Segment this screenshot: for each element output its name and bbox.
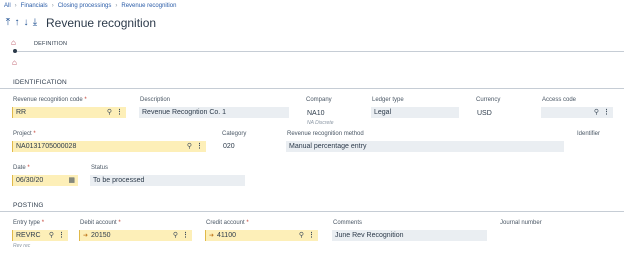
status-label: Status — [91, 165, 109, 171]
project-value: NA0131705000028 — [16, 143, 77, 150]
breadcrumb-all[interactable]: All — [4, 3, 11, 9]
home-icon[interactable]: ⌂ — [11, 38, 16, 47]
entry-type-field[interactable]: REVRC ⚲ ⋮ — [12, 230, 68, 241]
search-icon[interactable]: ⚲ — [107, 108, 112, 116]
search-icon[interactable]: ⚲ — [299, 231, 304, 239]
next-record-icon[interactable]: ↓ — [22, 18, 30, 28]
entry-type-label: Entry type * — [13, 220, 45, 226]
more-icon[interactable]: ⋮ — [196, 142, 203, 150]
previous-record-icon[interactable]: ↑ — [13, 18, 21, 28]
debit-account-label: Debit account * — [80, 220, 121, 226]
more-icon[interactable]: ⋮ — [308, 231, 315, 239]
revenue-code-field[interactable]: RR ⚲ ⋮ — [12, 107, 126, 118]
debit-account-value: 20150 — [91, 232, 111, 239]
link-arrow-icon[interactable]: ➜ — [83, 232, 88, 239]
comments-label: Comments — [333, 220, 363, 226]
chevron-right-icon: › — [14, 3, 17, 9]
search-icon[interactable]: ⚲ — [594, 108, 599, 116]
access-code-field[interactable]: ⚲ ⋮ — [541, 107, 613, 118]
credit-account-label: Credit account * — [206, 220, 249, 226]
search-icon[interactable]: ⚲ — [187, 142, 192, 150]
method-label: Revenue recognition method — [287, 131, 364, 137]
tab-bar: ⌂ DEFINITION — [0, 38, 624, 51]
comments-field[interactable]: June Rev Recognition — [332, 230, 487, 241]
project-field[interactable]: NA0131705000028 ⚲ ⋮ — [12, 141, 206, 152]
date-value: 06/30/20 — [16, 177, 44, 184]
last-record-icon[interactable]: ⤓ — [31, 18, 39, 28]
link-arrow-icon[interactable]: ➜ — [209, 232, 214, 239]
credit-account-field[interactable]: ➜ 41100 ⚲ ⋮ — [205, 230, 318, 241]
category-value: 020 — [223, 143, 235, 150]
tab-definition[interactable]: DEFINITION — [34, 41, 67, 47]
chevron-right-icon: › — [51, 3, 54, 9]
journal-number-label: Journal number — [500, 220, 542, 226]
description-label: Description — [140, 97, 171, 103]
first-record-icon[interactable]: ⤒ — [4, 18, 12, 28]
section-identification: IDENTIFICATION — [0, 77, 624, 89]
revenue-code-value: RR — [16, 109, 27, 116]
ledger-type-field[interactable]: Legal — [371, 107, 459, 118]
company-subtitle: NA Discrete — [307, 120, 334, 126]
revenue-code-label: Revenue recognition code * — [13, 97, 87, 103]
calendar-icon[interactable]: ▦ — [68, 176, 75, 184]
ledger-type-label: Ledger type — [372, 97, 404, 103]
entry-type-subtitle: Rev rec — [13, 243, 31, 249]
search-icon[interactable]: ⚲ — [49, 231, 54, 239]
more-icon[interactable]: ⋮ — [182, 231, 189, 239]
company-value[interactable]: NA10 — [307, 110, 325, 117]
title-row: ⤒ ↑ ↓ ⤓ Revenue recognition — [4, 16, 156, 30]
breadcrumb-closing-processings[interactable]: Closing processings — [58, 3, 112, 9]
debit-account-field[interactable]: ➜ 20150 ⚲ ⋮ — [79, 230, 192, 241]
entry-type-value: REVRC — [16, 232, 41, 239]
tab-indicator — [13, 49, 17, 53]
section-title: POSTING — [13, 202, 44, 209]
home-icon[interactable]: ⌂ — [12, 58, 17, 67]
project-label: Project * — [13, 131, 36, 137]
credit-account-value: 41100 — [217, 232, 236, 239]
tab-divider — [14, 51, 624, 52]
more-icon[interactable]: ⋮ — [58, 231, 65, 239]
more-icon[interactable]: ⋮ — [603, 108, 610, 116]
section-posting: POSTING — [0, 200, 624, 212]
breadcrumb-revenue-recognition[interactable]: Revenue recognition — [121, 3, 176, 9]
identifier-label: Identifier — [577, 131, 601, 137]
search-icon[interactable]: ⚲ — [173, 231, 178, 239]
company-label: Company — [306, 97, 332, 103]
category-label: Category — [222, 131, 247, 137]
status-field: To be processed — [90, 175, 245, 186]
access-code-label: Access code — [542, 97, 577, 103]
section-title: IDENTIFICATION — [13, 79, 67, 86]
date-label: Date * — [13, 165, 30, 171]
date-field[interactable]: 06/30/20 ▦ — [12, 175, 78, 186]
breadcrumb: All › Financials › Closing processings ›… — [4, 3, 176, 9]
more-icon[interactable]: ⋮ — [116, 108, 123, 116]
currency-label: Currency — [476, 97, 501, 103]
description-field[interactable]: Revenue Recogntion Co. 1 — [139, 107, 289, 118]
page-title: Revenue recognition — [46, 16, 157, 30]
method-field[interactable]: Manual percentage entry — [286, 141, 564, 152]
breadcrumb-financials[interactable]: Financials — [21, 3, 48, 9]
currency-value: USD — [477, 110, 492, 117]
chevron-right-icon: › — [115, 3, 118, 9]
